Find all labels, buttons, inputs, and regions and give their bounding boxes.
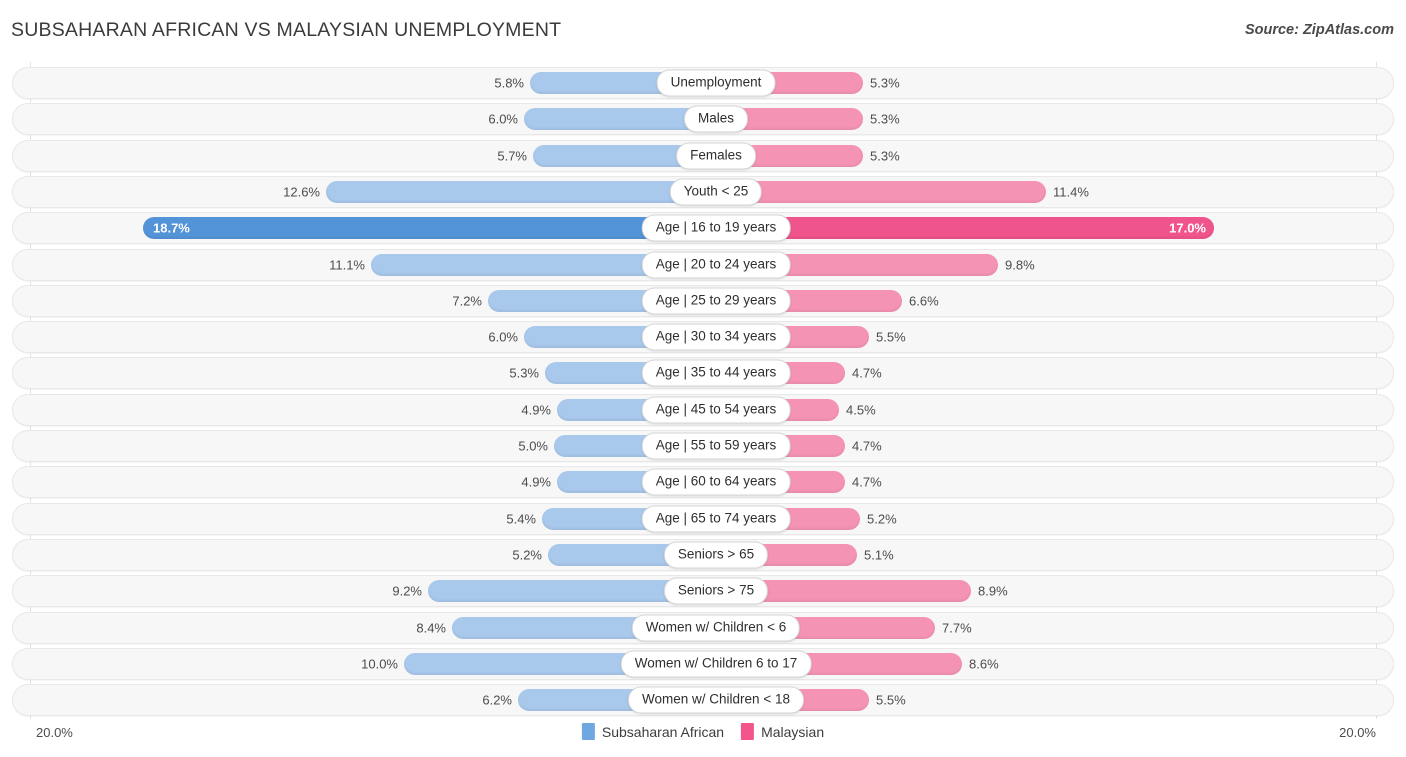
table-row[interactable]: 6.0% 5.3% Males (12, 103, 1394, 136)
bar-value-left: 5.4% (506, 511, 536, 527)
row-category-label: Males (683, 105, 749, 133)
table-row[interactable]: 5.4% 5.2% Age | 65 to 74 years (12, 502, 1394, 535)
row-category-label: Age | 35 to 44 years (641, 359, 791, 387)
row-category-label: Females (676, 142, 756, 170)
page-title: SUBSAHARAN AFRICAN VS MALAYSIAN UNEMPLOY… (11, 19, 562, 41)
chart-plot-area: 5.8% 5.3% Unemployment 6.0% 5.3% Males 5.7% 5.3… (0, 62, 1406, 719)
table-row[interactable]: 5.7% 5.3% Females (12, 139, 1394, 172)
source-attribution: Source: ZipAtlas.com (1244, 22, 1394, 38)
table-row[interactable]: 11.1% 9.8% Age | 20 to 24 years (12, 248, 1394, 281)
chart-legend: Subsaharan African Malaysian (581, 723, 824, 740)
bar-value-right: 5.3% (870, 75, 900, 91)
bar-value-right: 5.1% (864, 547, 894, 563)
table-row[interactable]: 6.2% 5.5% Women w/ Children < 18 (12, 684, 1394, 717)
row-category-label: Age | 16 to 19 years (641, 214, 791, 242)
row-category-label: Seniors > 75 (663, 577, 769, 605)
chart-footer: 20.0% 20.0% Subsaharan African Malaysian (0, 719, 1406, 757)
table-row[interactable]: 4.9% 4.5% Age | 45 to 54 years (12, 393, 1394, 426)
bar-value-left: 10.0% (361, 656, 398, 672)
row-category-label: Women w/ Children < 18 (628, 686, 804, 714)
bar-value-right: 5.2% (867, 511, 897, 527)
table-row[interactable]: 5.0% 4.7% Age | 55 to 59 years (12, 430, 1394, 462)
bar-value-left: 6.0% (488, 329, 518, 345)
bar-value-left: 12.6% (283, 184, 320, 200)
bar-value-right: 11.4% (1053, 184, 1089, 200)
bar-value-right: 5.3% (870, 148, 900, 164)
bar-left (428, 580, 704, 603)
bar-value-right: 5.5% (876, 692, 906, 708)
row-category-label: Age | 20 to 24 years (641, 251, 791, 278)
row-category-label: Age | 25 to 29 years (641, 287, 791, 315)
bar-left (524, 108, 704, 131)
legend-label: Subsaharan African (601, 723, 725, 740)
bar-value-right: 9.8% (1005, 257, 1035, 272)
axis-label-left: 20.0% (36, 725, 73, 740)
table-row[interactable]: 8.4% 7.7% Women w/ Children < 6 (12, 611, 1394, 644)
bar-value-right: 6.6% (909, 293, 939, 309)
bar-value-right: 4.7% (852, 365, 882, 381)
bar-value-right: 4.7% (852, 438, 882, 454)
row-category-label: Women w/ Children < 6 (631, 614, 801, 641)
bar-value-left: 5.8% (494, 75, 524, 91)
bar-value-left: 18.7% (153, 220, 190, 236)
bar-value-left: 5.3% (509, 365, 539, 381)
bar-value-left: 4.9% (521, 402, 551, 418)
table-row[interactable]: 5.8% 5.3% Unemployment (12, 67, 1394, 99)
bar-value-right: 4.7% (852, 474, 882, 490)
table-row[interactable]: 4.9% 4.7% Age | 60 to 64 years (12, 466, 1394, 499)
row-category-label: Youth < 25 (669, 178, 763, 206)
bar-value-left: 7.2% (452, 293, 482, 309)
bar-value-left: 11.1% (329, 257, 365, 272)
bar-left (326, 180, 704, 203)
table-row[interactable]: 10.0% 8.6% Women w/ Children 6 to 17 (12, 647, 1394, 680)
table-row[interactable]: 18.7% 17.0% Age | 16 to 19 years (12, 212, 1394, 245)
row-category-label: Age | 65 to 74 years (641, 505, 791, 533)
bar-value-right: 5.3% (870, 111, 900, 127)
bar-left (143, 217, 704, 240)
table-row[interactable]: 5.2% 5.1% Seniors > 65 (12, 538, 1394, 571)
row-category-label: Age | 55 to 59 years (641, 432, 791, 460)
row-category-label: Seniors > 65 (663, 541, 769, 569)
legend-item[interactable]: Subsaharan African (581, 723, 725, 740)
bar-value-left: 5.2% (512, 547, 542, 563)
table-row[interactable]: 9.2% 8.9% Seniors > 75 (12, 575, 1394, 608)
bar-value-right: 17.0% (1169, 220, 1206, 236)
legend-swatch-icon (741, 723, 755, 740)
bar-value-left: 6.2% (482, 692, 512, 708)
bar-value-left: 8.4% (416, 620, 446, 635)
legend-swatch-icon (581, 723, 595, 740)
bar-value-left: 9.2% (392, 583, 422, 599)
bar-value-left: 5.7% (497, 148, 527, 164)
row-category-label: Age | 30 to 34 years (641, 323, 791, 351)
legend-item[interactable]: Malaysian (741, 723, 824, 740)
row-category-label: Age | 45 to 54 years (641, 396, 791, 424)
bar-value-right: 8.9% (978, 583, 1008, 599)
axis-label-right: 20.0% (1339, 725, 1376, 740)
table-row[interactable]: 5.3% 4.7% Age | 35 to 44 years (12, 357, 1394, 390)
bar-value-right: 8.6% (969, 656, 999, 672)
row-category-label: Age | 60 to 64 years (641, 468, 791, 496)
row-category-label: Unemployment (656, 69, 776, 97)
table-row[interactable]: 12.6% 11.4% Youth < 25 (12, 175, 1394, 208)
bar-value-left: 6.0% (488, 111, 518, 127)
bar-value-right: 7.7% (942, 620, 972, 635)
bar-value-left: 5.0% (518, 438, 548, 454)
table-row[interactable]: 6.0% 5.5% Age | 30 to 34 years (12, 321, 1394, 354)
table-row[interactable]: 7.2% 6.6% Age | 25 to 29 years (12, 284, 1394, 317)
row-category-label: Women w/ Children 6 to 17 (620, 650, 812, 678)
bar-value-right: 5.5% (876, 329, 906, 345)
chart-header: SUBSAHARAN AFRICAN VS MALAYSIAN UNEMPLOY… (0, 0, 1406, 62)
bar-value-left: 4.9% (521, 474, 551, 490)
bar-value-right: 4.5% (846, 402, 876, 418)
legend-label: Malaysian (761, 723, 825, 740)
